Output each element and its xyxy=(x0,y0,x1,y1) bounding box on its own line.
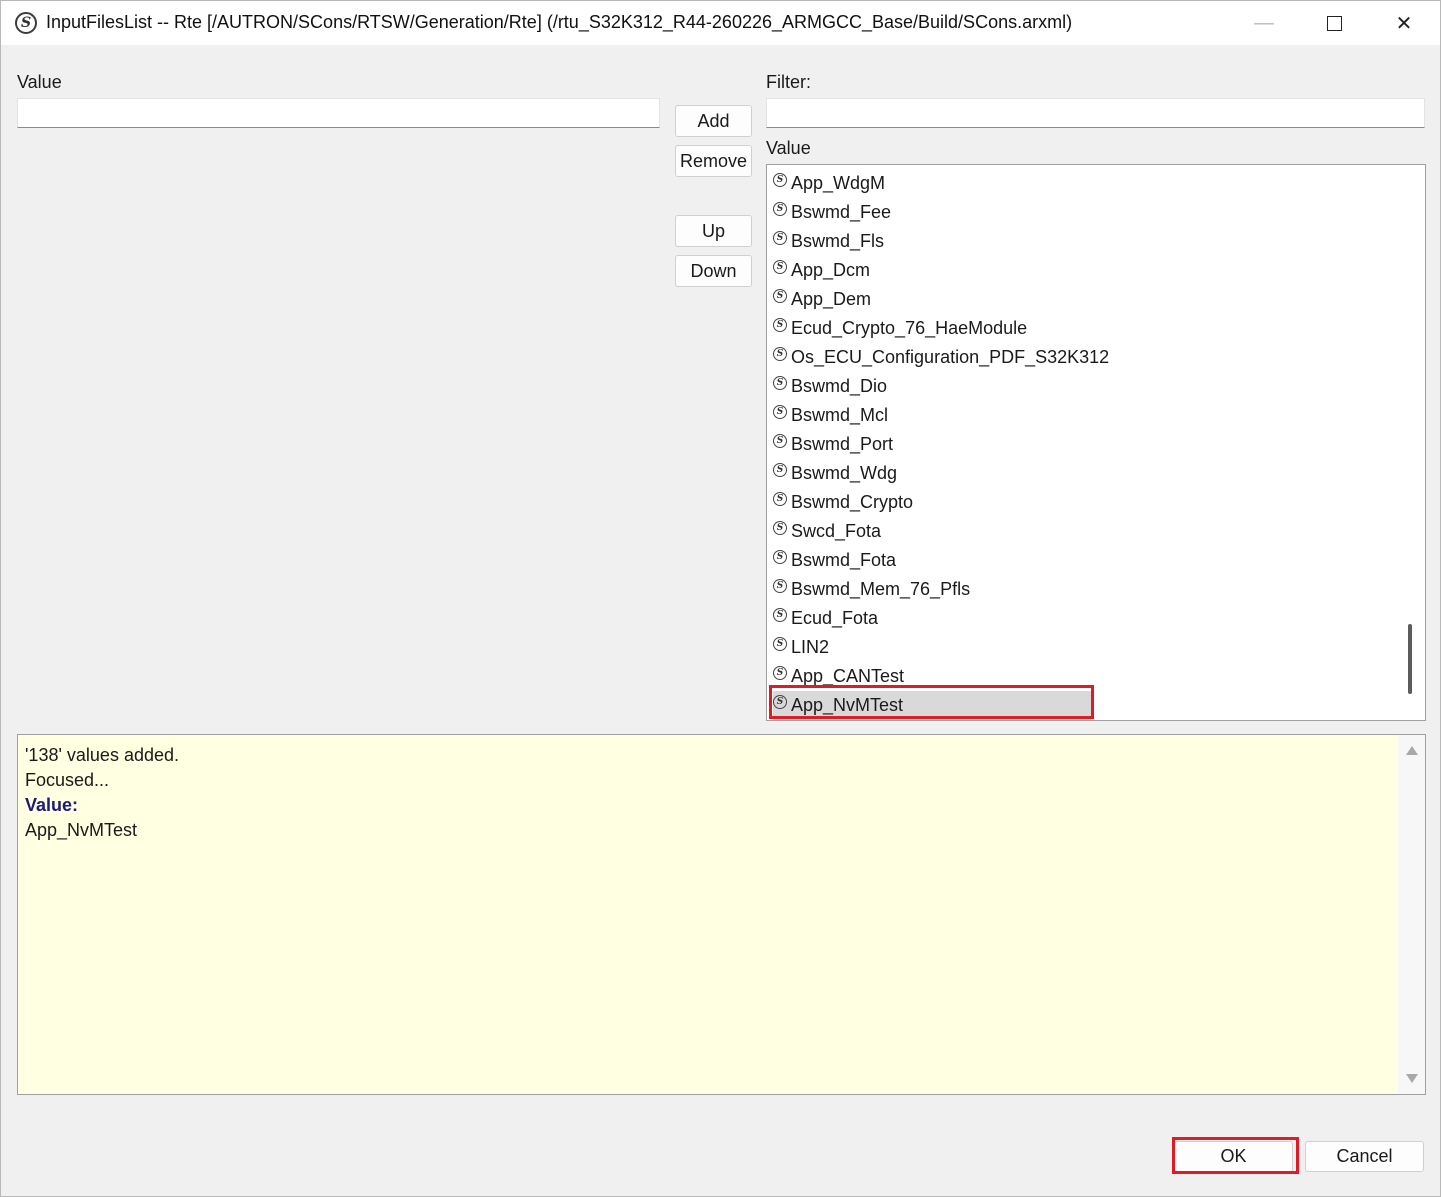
value-label: Value xyxy=(17,72,62,92)
filter-label: Filter: xyxy=(766,72,811,92)
scroll-down-arrow-icon[interactable] xyxy=(1406,1074,1418,1083)
app-logo-icon: S xyxy=(15,12,37,34)
list-item-label: Ecud_Crypto_76_HaeModule xyxy=(791,318,1028,338)
list-item-label: Bswmd_Fota xyxy=(791,550,897,570)
list-item[interactable]: S Bswmd_Port xyxy=(773,430,893,459)
list-item-label: Ecud_Fota xyxy=(791,608,879,628)
module-icon: S xyxy=(773,346,787,361)
module-icon: S xyxy=(773,375,787,390)
module-icon: S xyxy=(773,317,787,332)
list-item[interactable]: S LIN2 xyxy=(773,633,829,662)
module-icon: S xyxy=(773,491,787,506)
list-item-label: App_CANTest xyxy=(791,666,905,686)
value-input[interactable] xyxy=(17,98,660,128)
info-focused: Focused... xyxy=(25,770,110,790)
module-icon: S xyxy=(773,636,787,651)
module-icon: S xyxy=(773,578,787,593)
list-item-label: Bswmd_Mcl xyxy=(791,405,889,425)
close-button[interactable]: ✕ xyxy=(1369,1,1439,45)
module-icon: S xyxy=(773,288,787,303)
module-icon: S xyxy=(773,259,787,274)
title-bar: S InputFilesList -- Rte [/AUTRON/SCons/R… xyxy=(1,1,1440,45)
minimize-button[interactable]: — xyxy=(1229,1,1299,45)
list-item[interactable]: S Bswmd_Dio xyxy=(773,372,887,401)
list-item[interactable]: S Os_ECU_Configuration_PDF_S32K312 xyxy=(773,343,1109,372)
module-icon: S xyxy=(773,433,787,448)
info-scrollbar[interactable] xyxy=(1398,735,1425,1094)
list-item[interactable]: S App_Dcm xyxy=(773,256,870,285)
info-panel: '138' values added. Focused... Value: Ap… xyxy=(17,734,1426,1095)
list-item-label: Os_ECU_Configuration_PDF_S32K312 xyxy=(791,347,1110,367)
list-item-label: Bswmd_Wdg xyxy=(791,463,898,483)
list-item[interactable]: S Bswmd_Mem_76_Pfls xyxy=(773,575,970,604)
list-item[interactable]: S Ecud_Fota xyxy=(773,604,878,633)
list-item[interactable]: S Bswmd_Fota xyxy=(773,546,896,575)
module-icon: S xyxy=(773,172,787,187)
info-value-text: App_NvMTest xyxy=(25,820,138,840)
module-icon: S xyxy=(773,607,787,622)
filter-input[interactable] xyxy=(766,98,1425,128)
list-item-label: App_WdgM xyxy=(791,173,886,193)
value-list[interactable]: S App_WdgM S Bswmd_Fee S Bswmd_Fls S App_Dcm S Ap… xyxy=(766,164,1426,721)
list-item-label: LIN2 xyxy=(791,637,830,657)
list-item[interactable]: S Bswmd_Wdg xyxy=(773,459,897,488)
module-icon: S xyxy=(773,230,787,245)
list-item[interactable]: S App_Dem xyxy=(773,285,871,314)
scroll-up-arrow-icon[interactable] xyxy=(1406,746,1418,755)
list-item[interactable]: S Bswmd_Crypto xyxy=(773,488,913,517)
cancel-button[interactable]: Cancel xyxy=(1305,1141,1424,1172)
maximize-button[interactable] xyxy=(1299,1,1369,45)
list-item[interactable]: S Bswmd_Fls xyxy=(773,227,884,256)
list-item[interactable]: S Ecud_Crypto_76_HaeModule xyxy=(773,314,1027,343)
list-item-label: Bswmd_Fee xyxy=(791,202,892,222)
info-value-label: Value: xyxy=(25,795,79,815)
down-button[interactable]: Down xyxy=(675,255,752,287)
list-item[interactable]: S App_WdgM xyxy=(773,169,885,198)
list-item-label: App_Dem xyxy=(791,289,872,309)
list-item[interactable]: S Swcd_Fota xyxy=(773,517,881,546)
list-scrollbar-thumb[interactable] xyxy=(1408,624,1412,694)
value-list-header: Value xyxy=(766,138,811,158)
window-title: InputFilesList -- Rte [/AUTRON/SCons/RTS… xyxy=(46,12,1073,32)
list-item-label: Swcd_Fota xyxy=(791,521,882,541)
ok-button-highlight xyxy=(1172,1137,1299,1174)
list-item[interactable]: S Bswmd_Mcl xyxy=(773,401,888,430)
list-item[interactable]: S Bswmd_Fee xyxy=(773,198,891,227)
module-icon: S xyxy=(773,549,787,564)
info-values-added: '138' values added. xyxy=(25,745,179,765)
input-files-list-dialog: S InputFilesList -- Rte [/AUTRON/SCons/R… xyxy=(0,0,1441,1197)
list-item-label: Bswmd_Port xyxy=(791,434,894,454)
selected-item-highlight xyxy=(769,685,1094,719)
module-icon: S xyxy=(773,201,787,216)
maximize-icon xyxy=(1326,15,1342,31)
list-item-label: Bswmd_Fls xyxy=(791,231,885,251)
remove-button[interactable]: Remove xyxy=(675,145,752,177)
module-icon: S xyxy=(773,404,787,419)
list-item-label: Bswmd_Crypto xyxy=(791,492,914,512)
add-button[interactable]: Add xyxy=(675,105,752,137)
module-icon: S xyxy=(773,462,787,477)
list-item-label: Bswmd_Dio xyxy=(791,376,888,396)
up-button[interactable]: Up xyxy=(675,215,752,247)
list-item-label: App_Dcm xyxy=(791,260,871,280)
module-icon: S xyxy=(773,520,787,535)
module-icon: S xyxy=(773,665,787,680)
list-item-label: Bswmd_Mem_76_Pfls xyxy=(791,579,971,599)
